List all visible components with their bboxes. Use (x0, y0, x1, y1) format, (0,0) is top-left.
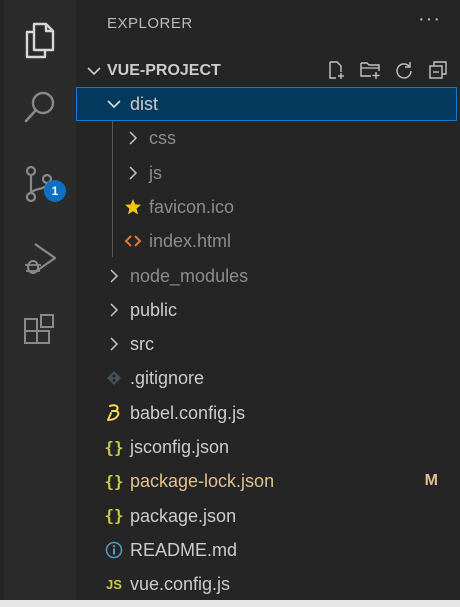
tree-item-label: src (130, 334, 154, 355)
extensions-activity-button[interactable] (4, 300, 76, 364)
tree-item-label: dist (130, 94, 159, 114)
tree-item-label: favicon.ico (149, 196, 235, 217)
folder-item[interactable]: node_modules (76, 259, 457, 293)
file-item[interactable]: {} jsconfig.json (76, 430, 457, 464)
tree-item-label: js (149, 162, 162, 183)
extensions-icon (22, 312, 58, 352)
refresh-icon[interactable] (393, 59, 415, 81)
tree-item-label: vue.config.js (130, 574, 231, 595)
json-icon: {} (104, 506, 124, 526)
tree-item-label: css (149, 128, 176, 149)
file-item[interactable]: favicon.ico (76, 190, 457, 224)
workspace-section-header[interactable]: VUE-PROJECT (76, 55, 457, 87)
chevron-right-icon (104, 293, 124, 327)
chevron-right-icon (123, 121, 143, 155)
chevron-right-icon (104, 259, 124, 293)
chevron-down-icon (104, 87, 124, 121)
new-folder-icon[interactable] (359, 59, 381, 81)
folder-item[interactable]: dist (76, 87, 457, 121)
file-item[interactable]: {} package.json (76, 499, 457, 533)
chevron-down-icon (86, 63, 102, 84)
file-item[interactable]: index.html (76, 224, 457, 258)
file-item[interactable]: .gitignore (76, 361, 457, 395)
folder-item[interactable]: css (76, 121, 457, 155)
folder-item[interactable]: src (76, 327, 457, 361)
info-icon (102, 533, 126, 567)
collapse-all-icon[interactable] (427, 59, 449, 81)
explorer-activity-button[interactable] (4, 8, 76, 72)
folder-item[interactable]: public (76, 293, 457, 327)
vscode-window: 1 EXPLORER ··· VUE-PROJECT dist css js f… (0, 0, 460, 607)
json-icon: {} (104, 471, 124, 491)
json-icon: {} (104, 437, 124, 457)
git-status-badge: M (424, 472, 438, 490)
html-icon (121, 224, 145, 258)
search-activity-button[interactable] (4, 76, 76, 140)
section-actions (325, 59, 449, 81)
chevron-right-icon (104, 327, 124, 361)
tree-item-label: package.json (130, 505, 237, 526)
tree-item-label: package-lock.json (130, 471, 275, 492)
tree-item-label: public (130, 299, 178, 320)
run-debug-icon (22, 238, 58, 278)
chevron-right-icon (123, 156, 143, 190)
workspace-title: VUE-PROJECT (107, 62, 221, 79)
tree-item-label: babel.config.js (130, 402, 246, 423)
explorer-title: EXPLORER (107, 15, 193, 32)
source-control-badge: 1 (44, 180, 66, 202)
git-icon (102, 361, 126, 395)
more-actions-button[interactable]: ··· (418, 8, 441, 31)
search-icon (22, 88, 58, 128)
folder-item[interactable]: js (76, 156, 457, 190)
source-control-activity-button[interactable]: 1 (4, 152, 76, 216)
tree-item-label: .gitignore (130, 368, 205, 389)
star-icon (121, 190, 145, 224)
tree-item-label: jsconfig.json (130, 437, 230, 457)
file-item[interactable]: README.md (76, 533, 457, 567)
file-item[interactable]: babel.config.js (76, 396, 457, 430)
tree-item-label: README.md (130, 539, 238, 560)
activity-bar: 1 (4, 0, 76, 600)
new-file-icon[interactable] (325, 59, 347, 81)
js-icon: JS (106, 576, 122, 592)
files-icon (22, 20, 58, 60)
window-bottom-edge (0, 600, 460, 607)
run-debug-activity-button[interactable] (4, 226, 76, 290)
explorer-panel: EXPLORER ··· VUE-PROJECT dist css js fav… (76, 0, 457, 600)
babel-icon (102, 396, 126, 430)
tree-item-label: index.html (149, 231, 232, 252)
file-item[interactable]: JS vue.config.js (76, 567, 457, 601)
tree-item-label: node_modules (130, 265, 249, 286)
file-item[interactable]: {} package-lock.json M (76, 464, 457, 498)
